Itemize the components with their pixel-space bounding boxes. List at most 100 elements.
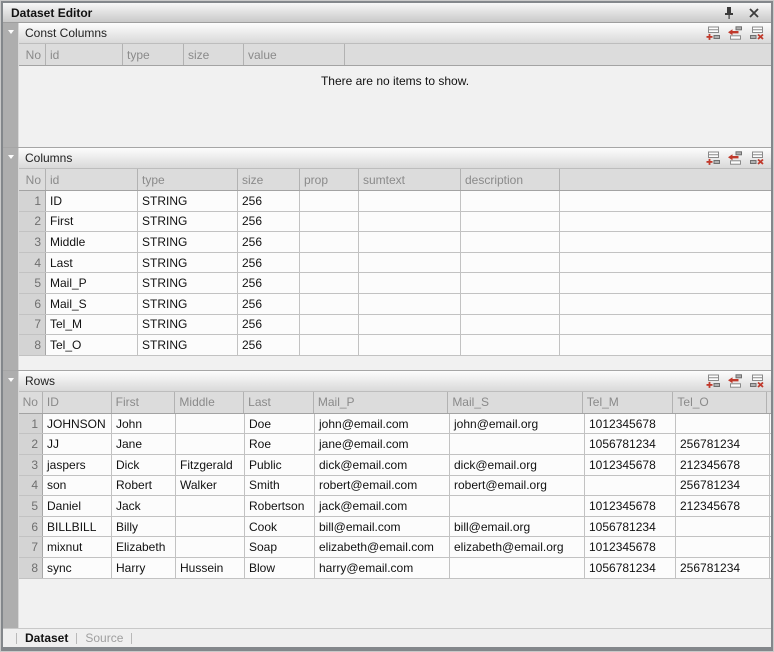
cell-mail_s[interactable] (450, 434, 585, 454)
column-header-no[interactable]: No (19, 44, 46, 65)
row-number-cell[interactable]: 1 (19, 414, 43, 434)
table-row[interactable]: 6Mail_SSTRING256 (19, 294, 771, 315)
cell-tel_o[interactable]: 212345678 (676, 496, 770, 516)
insert-row-icon[interactable] (726, 26, 743, 41)
column-header-size[interactable]: size (238, 169, 300, 190)
table-row[interactable]: 4LastSTRING256 (19, 253, 771, 274)
cell-description[interactable] (461, 253, 560, 273)
cell-sumtext[interactable] (359, 212, 461, 232)
cell-first[interactable]: Jane (112, 434, 176, 454)
column-header-filler[interactable] (767, 392, 771, 413)
cell-type[interactable]: STRING (138, 273, 238, 293)
table-row[interactable]: 4sonRobertWalkerSmithrobert@email.comrob… (19, 476, 771, 497)
cell-sumtext[interactable] (359, 191, 461, 211)
cell-id[interactable]: JJ (43, 434, 112, 454)
cell-prop[interactable] (300, 232, 359, 252)
cell-description[interactable] (461, 191, 560, 211)
column-header-middle[interactable]: Middle (175, 392, 244, 413)
cell-size[interactable]: 256 (238, 191, 300, 211)
column-header-id[interactable]: ID (43, 392, 112, 413)
cell-middle[interactable]: Fitzgerald (176, 455, 245, 475)
column-header-value[interactable]: value (244, 44, 345, 65)
cell-mail_p[interactable]: john@email.com (315, 414, 450, 434)
cell-description[interactable] (461, 294, 560, 314)
cell-prop[interactable] (300, 253, 359, 273)
cell-description[interactable] (461, 315, 560, 335)
insert-row-icon[interactable] (726, 373, 743, 388)
cell-tel_o[interactable] (676, 517, 770, 537)
cell-tel_o[interactable] (676, 537, 770, 557)
cell-last[interactable]: Doe (245, 414, 315, 434)
cell-tel_o[interactable]: 212345678 (676, 455, 770, 475)
cell-sumtext[interactable] (359, 335, 461, 355)
table-row[interactable]: 5Mail_PSTRING256 (19, 273, 771, 294)
column-header-first[interactable]: First (112, 392, 176, 413)
column-header-tel_o[interactable]: Tel_O (673, 392, 767, 413)
cell-mail_p[interactable]: elizabeth@email.com (315, 537, 450, 557)
cell-first[interactable]: Harry (112, 558, 176, 578)
cell-last[interactable]: Blow (245, 558, 315, 578)
row-number-cell[interactable]: 4 (19, 253, 46, 273)
cell-last[interactable]: Robertson (245, 496, 315, 516)
table-row[interactable]: 5DanielJackRobertsonjack@email.com101234… (19, 496, 771, 517)
cell-id[interactable]: BILLBILL (43, 517, 112, 537)
cell-type[interactable]: STRING (138, 335, 238, 355)
cell-size[interactable]: 256 (238, 232, 300, 252)
cell-sumtext[interactable] (359, 232, 461, 252)
cell-description[interactable] (461, 335, 560, 355)
cell-first[interactable]: Jack (112, 496, 176, 516)
row-number-cell[interactable]: 1 (19, 191, 46, 211)
cell-size[interactable]: 256 (238, 273, 300, 293)
cell-id[interactable]: First (46, 212, 138, 232)
column-header-last[interactable]: Last (244, 392, 314, 413)
column-header-sumtext[interactable]: sumtext (359, 169, 461, 190)
cell-tel_m[interactable]: 1012345678 (585, 455, 676, 475)
cell-id[interactable]: ID (46, 191, 138, 211)
table-row[interactable]: 3MiddleSTRING256 (19, 232, 771, 253)
cell-tel_m[interactable]: 1056781234 (585, 558, 676, 578)
cell-prop[interactable] (300, 273, 359, 293)
column-header-type[interactable]: type (123, 44, 184, 65)
cell-first[interactable]: John (112, 414, 176, 434)
cell-tel_o[interactable] (676, 414, 770, 434)
insert-row-icon[interactable] (726, 151, 743, 166)
cell-mail_s[interactable]: robert@email.org (450, 476, 585, 496)
row-number-cell[interactable]: 3 (19, 232, 46, 252)
cell-id[interactable]: mixnut (43, 537, 112, 557)
row-number-cell[interactable]: 3 (19, 455, 43, 475)
cell-last[interactable]: Public (245, 455, 315, 475)
cell-id[interactable]: jaspers (43, 455, 112, 475)
table-row[interactable]: 3jaspersDickFitzgeraldPublicdick@email.c… (19, 455, 771, 476)
cell-first[interactable]: Elizabeth (112, 537, 176, 557)
cell-id[interactable]: Mail_S (46, 294, 138, 314)
cell-middle[interactable] (176, 414, 245, 434)
cell-middle[interactable] (176, 517, 245, 537)
row-number-cell[interactable]: 2 (19, 434, 43, 454)
chevron-down-icon[interactable] (8, 155, 14, 159)
cell-size[interactable]: 256 (238, 212, 300, 232)
cell-tel_m[interactable]: 1012345678 (585, 537, 676, 557)
cell-last[interactable]: Cook (245, 517, 315, 537)
table-row[interactable]: 8syncHarryHusseinBlowharry@email.com1056… (19, 558, 771, 579)
row-number-cell[interactable]: 2 (19, 212, 46, 232)
cell-id[interactable]: sync (43, 558, 112, 578)
cell-mail_s[interactable]: dick@email.org (450, 455, 585, 475)
row-number-cell[interactable]: 8 (19, 558, 43, 578)
cell-mail_p[interactable]: dick@email.com (315, 455, 450, 475)
cell-tel_m[interactable]: 1012345678 (585, 496, 676, 516)
cell-prop[interactable] (300, 315, 359, 335)
table-row[interactable]: 2JJJaneRoejane@email.com1056781234256781… (19, 434, 771, 455)
cell-last[interactable]: Smith (245, 476, 315, 496)
row-number-cell[interactable]: 8 (19, 335, 46, 355)
cell-id[interactable]: Daniel (43, 496, 112, 516)
table-row[interactable]: 1JOHNSONJohnDoejohn@email.comjohn@email.… (19, 414, 771, 435)
cell-tel_o[interactable]: 256781234 (676, 558, 770, 578)
column-header-prop[interactable]: prop (300, 169, 359, 190)
cell-type[interactable]: STRING (138, 212, 238, 232)
add-row-icon[interactable] (704, 151, 721, 166)
column-header-filler[interactable] (560, 169, 771, 190)
cell-mail_s[interactable]: bill@email.org (450, 517, 585, 537)
cell-sumtext[interactable] (359, 315, 461, 335)
column-header-mail_p[interactable]: Mail_P (314, 392, 448, 413)
cell-middle[interactable] (176, 434, 245, 454)
